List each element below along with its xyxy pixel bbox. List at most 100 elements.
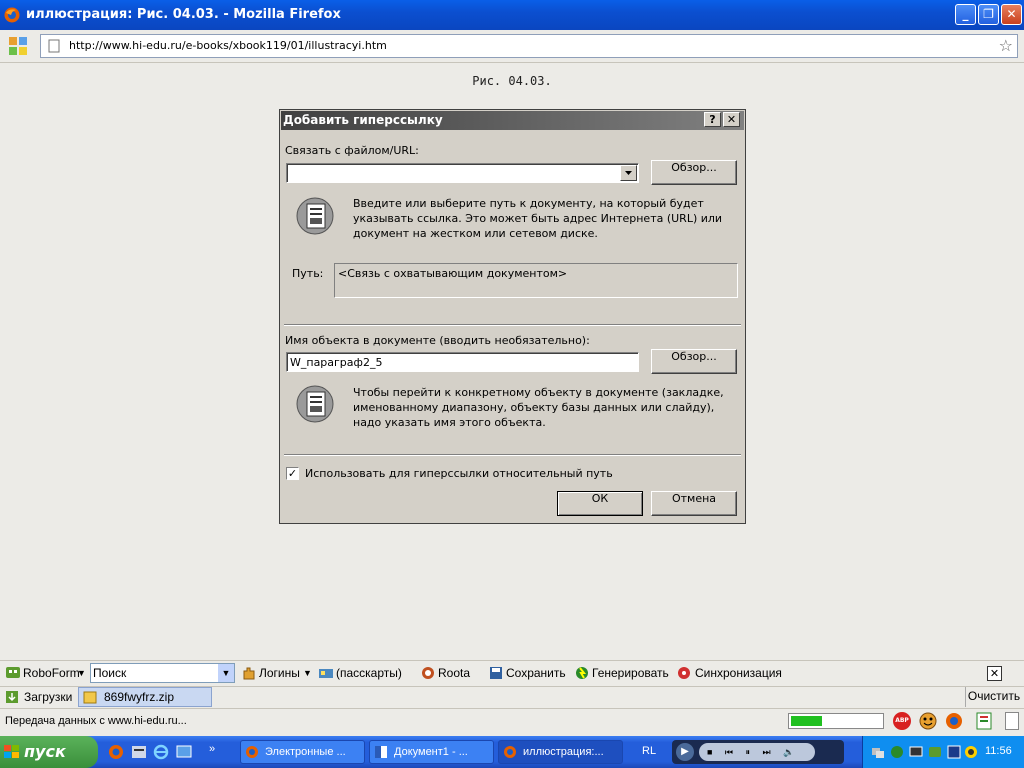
close-window-button[interactable]: ✕ — [1001, 4, 1022, 25]
smiley-icon[interactable] — [919, 712, 937, 730]
app-quicklaunch-icon[interactable] — [131, 744, 147, 760]
downloads-icon — [6, 691, 18, 703]
browse-object-button[interactable]: Обзор... — [651, 349, 737, 374]
minimize-button[interactable]: _ — [955, 4, 976, 25]
taskbar: пуск » Электронные ... Документ1 - ... и… — [0, 736, 1024, 768]
firefox-icon — [504, 746, 516, 758]
status-bar: Передача данных с www.hi-edu.ru... ABP — [0, 708, 1024, 734]
ie-icon[interactable] — [153, 744, 169, 760]
sync-icon — [678, 667, 690, 679]
downloads-bar: Загрузки 869fwyfrz.zip Очистить — [0, 686, 1024, 707]
sync-button[interactable]: Синхронизация — [695, 666, 782, 680]
ok-button[interactable]: ОК — [557, 491, 643, 516]
taskbar-item[interactable]: иллюстрация:... — [498, 740, 623, 764]
nav-bar: http://www.hi-edu.ru/e-books/xbook119/01… — [0, 30, 1024, 63]
start-label: пуск — [24, 742, 66, 761]
roboform-search-input[interactable]: Поиск ▼ — [90, 663, 235, 683]
roboform-icon — [6, 667, 20, 678]
language-indicator[interactable]: RL — [642, 745, 656, 757]
object-value: W_параграф2_5 — [290, 356, 383, 369]
passcards-icon — [319, 669, 333, 678]
sheet-icon[interactable] — [975, 712, 995, 730]
divider — [284, 324, 741, 326]
adblock-icon[interactable]: ABP — [893, 712, 911, 730]
status-text: Передача данных с www.hi-edu.ru... — [5, 715, 187, 727]
roboform-toolbar: RoboForm ▼ Поиск ▼ Логины ▼ (пасскарты) … — [0, 660, 1024, 685]
window-title: иллюстрация: Рис. 04.03. - Mozilla Firef… — [26, 7, 341, 22]
firefox-icon — [4, 7, 20, 23]
security-icon[interactable] — [890, 745, 904, 759]
roboform-tray-icon[interactable] — [928, 745, 942, 759]
roboform-close-button[interactable]: ✕ — [987, 666, 1002, 681]
more-quicklaunch-icon[interactable]: » — [209, 743, 215, 755]
save-button[interactable]: Сохранить — [506, 666, 566, 680]
url-text: http://www.hi-edu.ru/e-books/xbook119/01… — [69, 39, 387, 52]
windows-logo-icon — [4, 745, 19, 758]
resize-grip-icon[interactable] — [1005, 712, 1019, 730]
monitor-icon[interactable] — [909, 745, 923, 759]
chevron-down-icon[interactable]: ▼ — [77, 668, 86, 678]
hyperlink-dialog: Добавить гиперссылку ? ✕ Связать с файло… — [279, 109, 746, 524]
taskbar-item-label: иллюстрация:... — [523, 746, 604, 758]
document-link-icon — [296, 197, 334, 235]
page-icon — [48, 39, 60, 53]
path-value: <Связь с охватывающим документом> — [338, 267, 568, 280]
play-icon[interactable]: ▶ — [676, 743, 694, 761]
maximize-button[interactable]: ❐ — [978, 4, 999, 25]
passcards-button[interactable]: (пасскарты) — [336, 666, 402, 680]
generate-icon — [576, 667, 588, 679]
show-desktop-icon[interactable] — [176, 744, 192, 760]
bookmark-star-icon[interactable]: ☆ — [999, 35, 1013, 57]
relative-path-label: Использовать для гиперссылки относительн… — [305, 467, 613, 480]
downloads-label: Загрузки — [24, 690, 73, 704]
link-label: Связать с файлом/URL: — [285, 144, 419, 157]
relative-path-checkbox[interactable]: ✓ — [286, 467, 299, 480]
chevron-down-icon[interactable] — [620, 165, 637, 181]
search-placeholder: Поиск — [93, 666, 127, 680]
firefox-icon[interactable] — [945, 712, 963, 730]
progress-fill — [791, 716, 822, 726]
clock: 11:56 — [985, 745, 1012, 757]
network-icon[interactable] — [871, 745, 885, 759]
firefox-quicklaunch-icon[interactable] — [108, 744, 124, 760]
roota-button[interactable]: Roota — [438, 666, 470, 680]
logins-menu[interactable]: Логины — [259, 666, 300, 680]
generate-button[interactable]: Генерировать — [592, 666, 669, 680]
dialog-help-button[interactable]: ? — [704, 112, 721, 127]
chevron-down-icon[interactable]: ▼ — [218, 664, 234, 682]
taskbar-item-label: Электронные ... — [265, 746, 346, 758]
object-help-text: Чтобы перейти к конкретному объекту в до… — [353, 386, 724, 429]
firefox-icon — [246, 746, 258, 758]
document-object-icon — [296, 385, 334, 423]
clear-downloads-button[interactable]: Очистить — [965, 687, 1022, 707]
speed-dial-icon[interactable] — [8, 36, 28, 56]
path-box: <Связь с охватывающим документом> — [334, 263, 738, 298]
media-controls[interactable]: ■ ⏮ ⏸ ⏭ 🔈 — [699, 743, 815, 761]
roboform-menu[interactable]: RoboForm — [23, 666, 80, 680]
app-tray-icon[interactable] — [947, 745, 961, 759]
media-player-bar: ▶ ■ ⏮ ⏸ ⏭ 🔈 — [672, 740, 844, 764]
hand-icon — [243, 667, 255, 680]
chevron-down-icon[interactable]: ▼ — [303, 668, 312, 678]
roota-icon — [422, 667, 434, 679]
divider — [284, 454, 741, 456]
link-combobox[interactable] — [286, 163, 639, 183]
url-bar[interactable]: http://www.hi-edu.ru/e-books/xbook119/01… — [40, 34, 1018, 58]
download-item[interactable]: 869fwyfrz.zip — [78, 687, 212, 707]
media-tray-icon[interactable] — [964, 745, 978, 759]
taskbar-item[interactable]: Электронные ... — [240, 740, 365, 764]
taskbar-item-label: Документ1 - ... — [394, 746, 468, 758]
cancel-button[interactable]: Отмена — [651, 491, 737, 516]
system-tray: 11:56 — [862, 736, 1024, 768]
zip-file-icon — [83, 691, 97, 704]
progress-bar — [788, 713, 884, 729]
browse-file-button[interactable]: Обзор... — [651, 160, 737, 185]
dialog-close-button[interactable]: ✕ — [723, 112, 740, 127]
path-label: Путь: — [292, 267, 324, 280]
download-filename: 869fwyfrz.zip — [104, 690, 175, 704]
start-button[interactable]: пуск — [0, 736, 98, 768]
word-icon — [375, 746, 387, 758]
taskbar-item[interactable]: Документ1 - ... — [369, 740, 494, 764]
figure-caption: Рис. 04.03. — [472, 74, 552, 88]
object-name-input[interactable]: W_параграф2_5 — [286, 352, 639, 372]
